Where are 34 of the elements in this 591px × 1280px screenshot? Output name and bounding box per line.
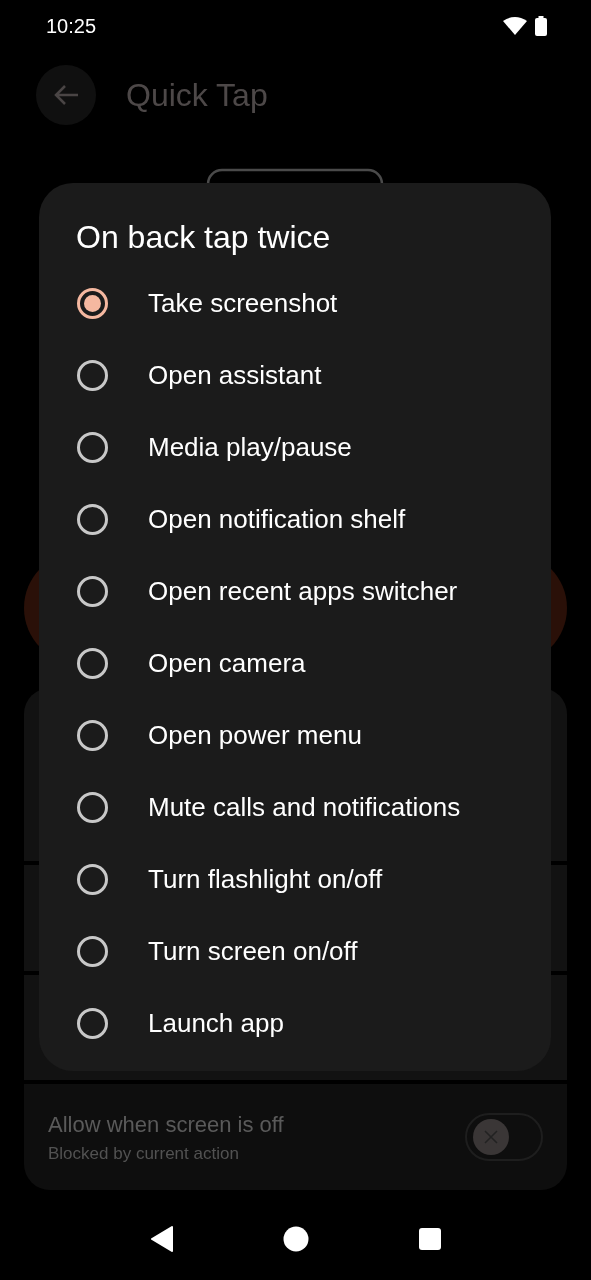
radio-button[interactable] [77,791,108,823]
nav-recents-icon[interactable] [417,1227,442,1251]
setting-subtitle: Blocked by current action [48,1142,240,1165]
radio-option[interactable]: Mute calls and notifications [39,771,551,843]
radio-option[interactable]: Launch app [39,987,551,1059]
radio-option[interactable]: Media play/pause [39,411,551,483]
dialog-title: On back tap twice [75,218,332,257]
radio-button[interactable] [77,1007,108,1039]
setting-title: Allow when screen is off [48,1110,284,1139]
nav-back-icon[interactable] [149,1226,174,1252]
battery-icon [535,16,547,36]
wifi-icon [503,17,527,35]
radio-option[interactable]: Open notification shelf [39,483,551,555]
radio-option[interactable]: Open recent apps switcher [39,555,551,627]
radio-button[interactable] [77,287,108,319]
status-time: 10:25 [46,14,97,39]
radio-button[interactable] [77,647,108,679]
radio-option[interactable]: Take screenshot [39,267,551,339]
radio-button[interactable] [77,935,108,967]
radio-option[interactable]: Open camera [39,627,551,699]
radio-option[interactable]: Open assistant [39,339,551,411]
radio-button[interactable] [77,359,108,391]
radio-button[interactable] [77,575,108,607]
radio-option[interactable]: Turn screen on/off [39,915,551,987]
radio-option[interactable]: Open power menu [39,699,551,771]
radio-button[interactable] [77,431,108,463]
back-arrow-icon [53,84,79,106]
radio-button[interactable] [77,503,108,535]
radio-button[interactable] [77,863,108,895]
nav-home-icon[interactable] [282,1226,309,1252]
radio-button[interactable] [77,719,108,751]
radio-option[interactable]: Turn flashlight on/off [39,843,551,915]
close-icon [484,1130,498,1144]
page-title: Quick Tap [126,76,268,115]
